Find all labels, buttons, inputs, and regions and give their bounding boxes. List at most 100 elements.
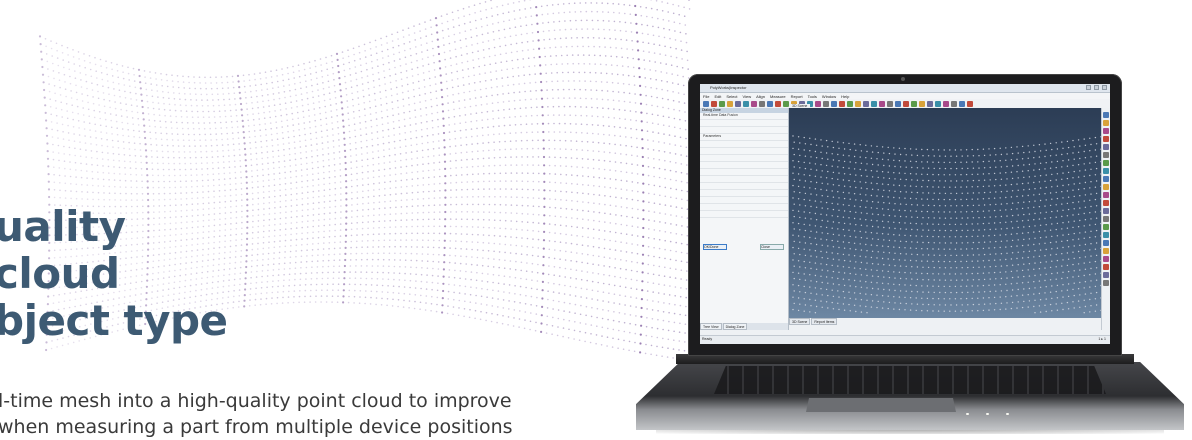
point-cloud-point	[960, 248, 961, 249]
toolbar-tool-icon[interactable]	[839, 101, 845, 107]
toolbar-tool-icon[interactable]	[775, 101, 781, 107]
toolbar-tool-icon[interactable]	[831, 101, 837, 107]
ok-button[interactable]: OK/Done	[703, 244, 727, 250]
toolbar-tool-icon[interactable]	[863, 101, 869, 107]
toolbar-tool-icon[interactable]	[823, 101, 829, 107]
point-cloud-point	[815, 287, 816, 288]
point-cloud-point	[1005, 172, 1006, 173]
point-cloud-point	[860, 206, 861, 207]
point-cloud-point	[843, 204, 844, 205]
menu-item-select[interactable]: Select	[726, 94, 737, 99]
toolbar-tool-icon[interactable]	[847, 101, 853, 107]
minimize-button[interactable]	[1086, 85, 1091, 90]
tab-report-items[interactable]: Report Items	[811, 318, 837, 325]
toolbar-tool-icon[interactable]	[759, 101, 765, 107]
point-cloud-point	[810, 280, 811, 281]
view-tool-icon[interactable]	[1103, 192, 1109, 198]
toolbar-tool-icon[interactable]	[879, 101, 885, 107]
view-tool-icon[interactable]	[1103, 200, 1109, 206]
menu-item-help[interactable]: Help	[841, 94, 849, 99]
toolbar-tool-icon[interactable]	[959, 101, 965, 107]
toolbar-tool-icon[interactable]	[967, 101, 973, 107]
panel-row	[700, 148, 788, 155]
view-tool-icon[interactable]	[1103, 168, 1109, 174]
toolbar-tool-icon[interactable]	[943, 101, 949, 107]
view-tool-icon[interactable]	[1103, 216, 1109, 222]
menu-item-measure[interactable]: Measure	[770, 94, 786, 99]
toolbar-tool-icon[interactable]	[919, 101, 925, 107]
maximize-button[interactable]	[1094, 85, 1099, 90]
toolbar-tool-icon[interactable]	[887, 101, 893, 107]
3d-viewport[interactable]	[789, 108, 1101, 318]
view-tool-icon[interactable]	[1103, 160, 1109, 166]
point-cloud-point	[844, 248, 845, 249]
tab-dialog-zone[interactable]: Dialog Zone	[723, 323, 748, 330]
point-cloud-point	[844, 173, 845, 174]
view-tool-icon[interactable]	[1103, 264, 1109, 270]
point-cloud-point	[922, 242, 923, 243]
point-cloud-point	[1033, 281, 1034, 282]
view-tool-icon[interactable]	[1103, 272, 1109, 278]
point-cloud-point	[1006, 203, 1007, 204]
view-tool-icon[interactable]	[1103, 256, 1109, 262]
toolbar-tool-icon[interactable]	[935, 101, 941, 107]
toolbar-tool-icon[interactable]	[735, 101, 741, 107]
view-tool-icon[interactable]	[1103, 136, 1109, 142]
view-tool-icon[interactable]	[1103, 144, 1109, 150]
toolbar-tool-icon[interactable]	[743, 101, 749, 107]
menu-item-report[interactable]: Report	[791, 94, 803, 99]
menu-item-file[interactable]: File	[703, 94, 709, 99]
view-tool-icon[interactable]	[1103, 128, 1109, 134]
view-tool-icon[interactable]	[1103, 224, 1109, 230]
toolbar-tool-icon[interactable]	[895, 101, 901, 107]
point-cloud-point	[1056, 155, 1057, 156]
tab-tree-view[interactable]: Tree View	[700, 323, 722, 330]
point-cloud-point	[960, 261, 961, 262]
menu-item-view[interactable]: View	[742, 94, 751, 99]
toolbar-tool-icon[interactable]	[751, 101, 757, 107]
view-tool-icon[interactable]	[1103, 184, 1109, 190]
tab-3d-scene[interactable]: 3D Scene	[789, 318, 810, 325]
view-tool-icon[interactable]	[1103, 208, 1109, 214]
toolbar-tool-icon[interactable]	[927, 101, 933, 107]
toolbar-tool-icon[interactable]	[871, 101, 877, 107]
point-cloud-point	[977, 310, 978, 311]
close-button[interactable]	[1102, 85, 1107, 90]
toolbar-tool-icon[interactable]	[719, 101, 725, 107]
point-cloud-point	[794, 142, 795, 143]
toolbar-tool-icon[interactable]	[711, 101, 717, 107]
point-cloud-point	[927, 285, 928, 286]
point-cloud-point	[1089, 262, 1090, 263]
toolbar-tool-icon[interactable]	[911, 101, 917, 107]
view-tool-icon[interactable]	[1103, 240, 1109, 246]
view-tool-icon[interactable]	[1103, 120, 1109, 126]
toolbar-tool-icon[interactable]	[815, 101, 821, 107]
view-tool-icon[interactable]	[1103, 280, 1109, 286]
view-tool-icon[interactable]	[1103, 248, 1109, 254]
point-cloud-point	[1034, 275, 1035, 276]
menu-item-tools[interactable]: Tools	[808, 94, 817, 99]
point-cloud-point	[1029, 189, 1030, 190]
toolbar-tool-icon[interactable]	[767, 101, 773, 107]
menu-item-align[interactable]: Align	[756, 94, 765, 99]
toolbar-tool-icon[interactable]	[855, 101, 861, 107]
point-cloud-point	[928, 155, 929, 156]
toolbar-tool-icon[interactable]	[727, 101, 733, 107]
view-tool-icon[interactable]	[1103, 112, 1109, 118]
point-cloud-point	[1090, 144, 1091, 145]
point-cloud-point	[1084, 312, 1085, 313]
laptop-keyboard	[714, 366, 1106, 394]
view-tool-icon[interactable]	[1103, 176, 1109, 182]
view-tool-icon[interactable]	[1103, 152, 1109, 158]
point-cloud-point	[861, 175, 862, 176]
point-cloud-point	[792, 272, 793, 273]
menu-item-window[interactable]: Window	[822, 94, 836, 99]
view-tool-icon[interactable]	[1103, 232, 1109, 238]
close-dialog-button[interactable]: Close	[760, 244, 784, 250]
menu-item-edit[interactable]: Edit	[714, 94, 721, 99]
point-cloud-point	[944, 149, 945, 150]
point-cloud-point	[871, 306, 872, 307]
toolbar-tool-icon[interactable]	[703, 101, 709, 107]
toolbar-tool-icon[interactable]	[951, 101, 957, 107]
toolbar-tool-icon[interactable]	[903, 101, 909, 107]
